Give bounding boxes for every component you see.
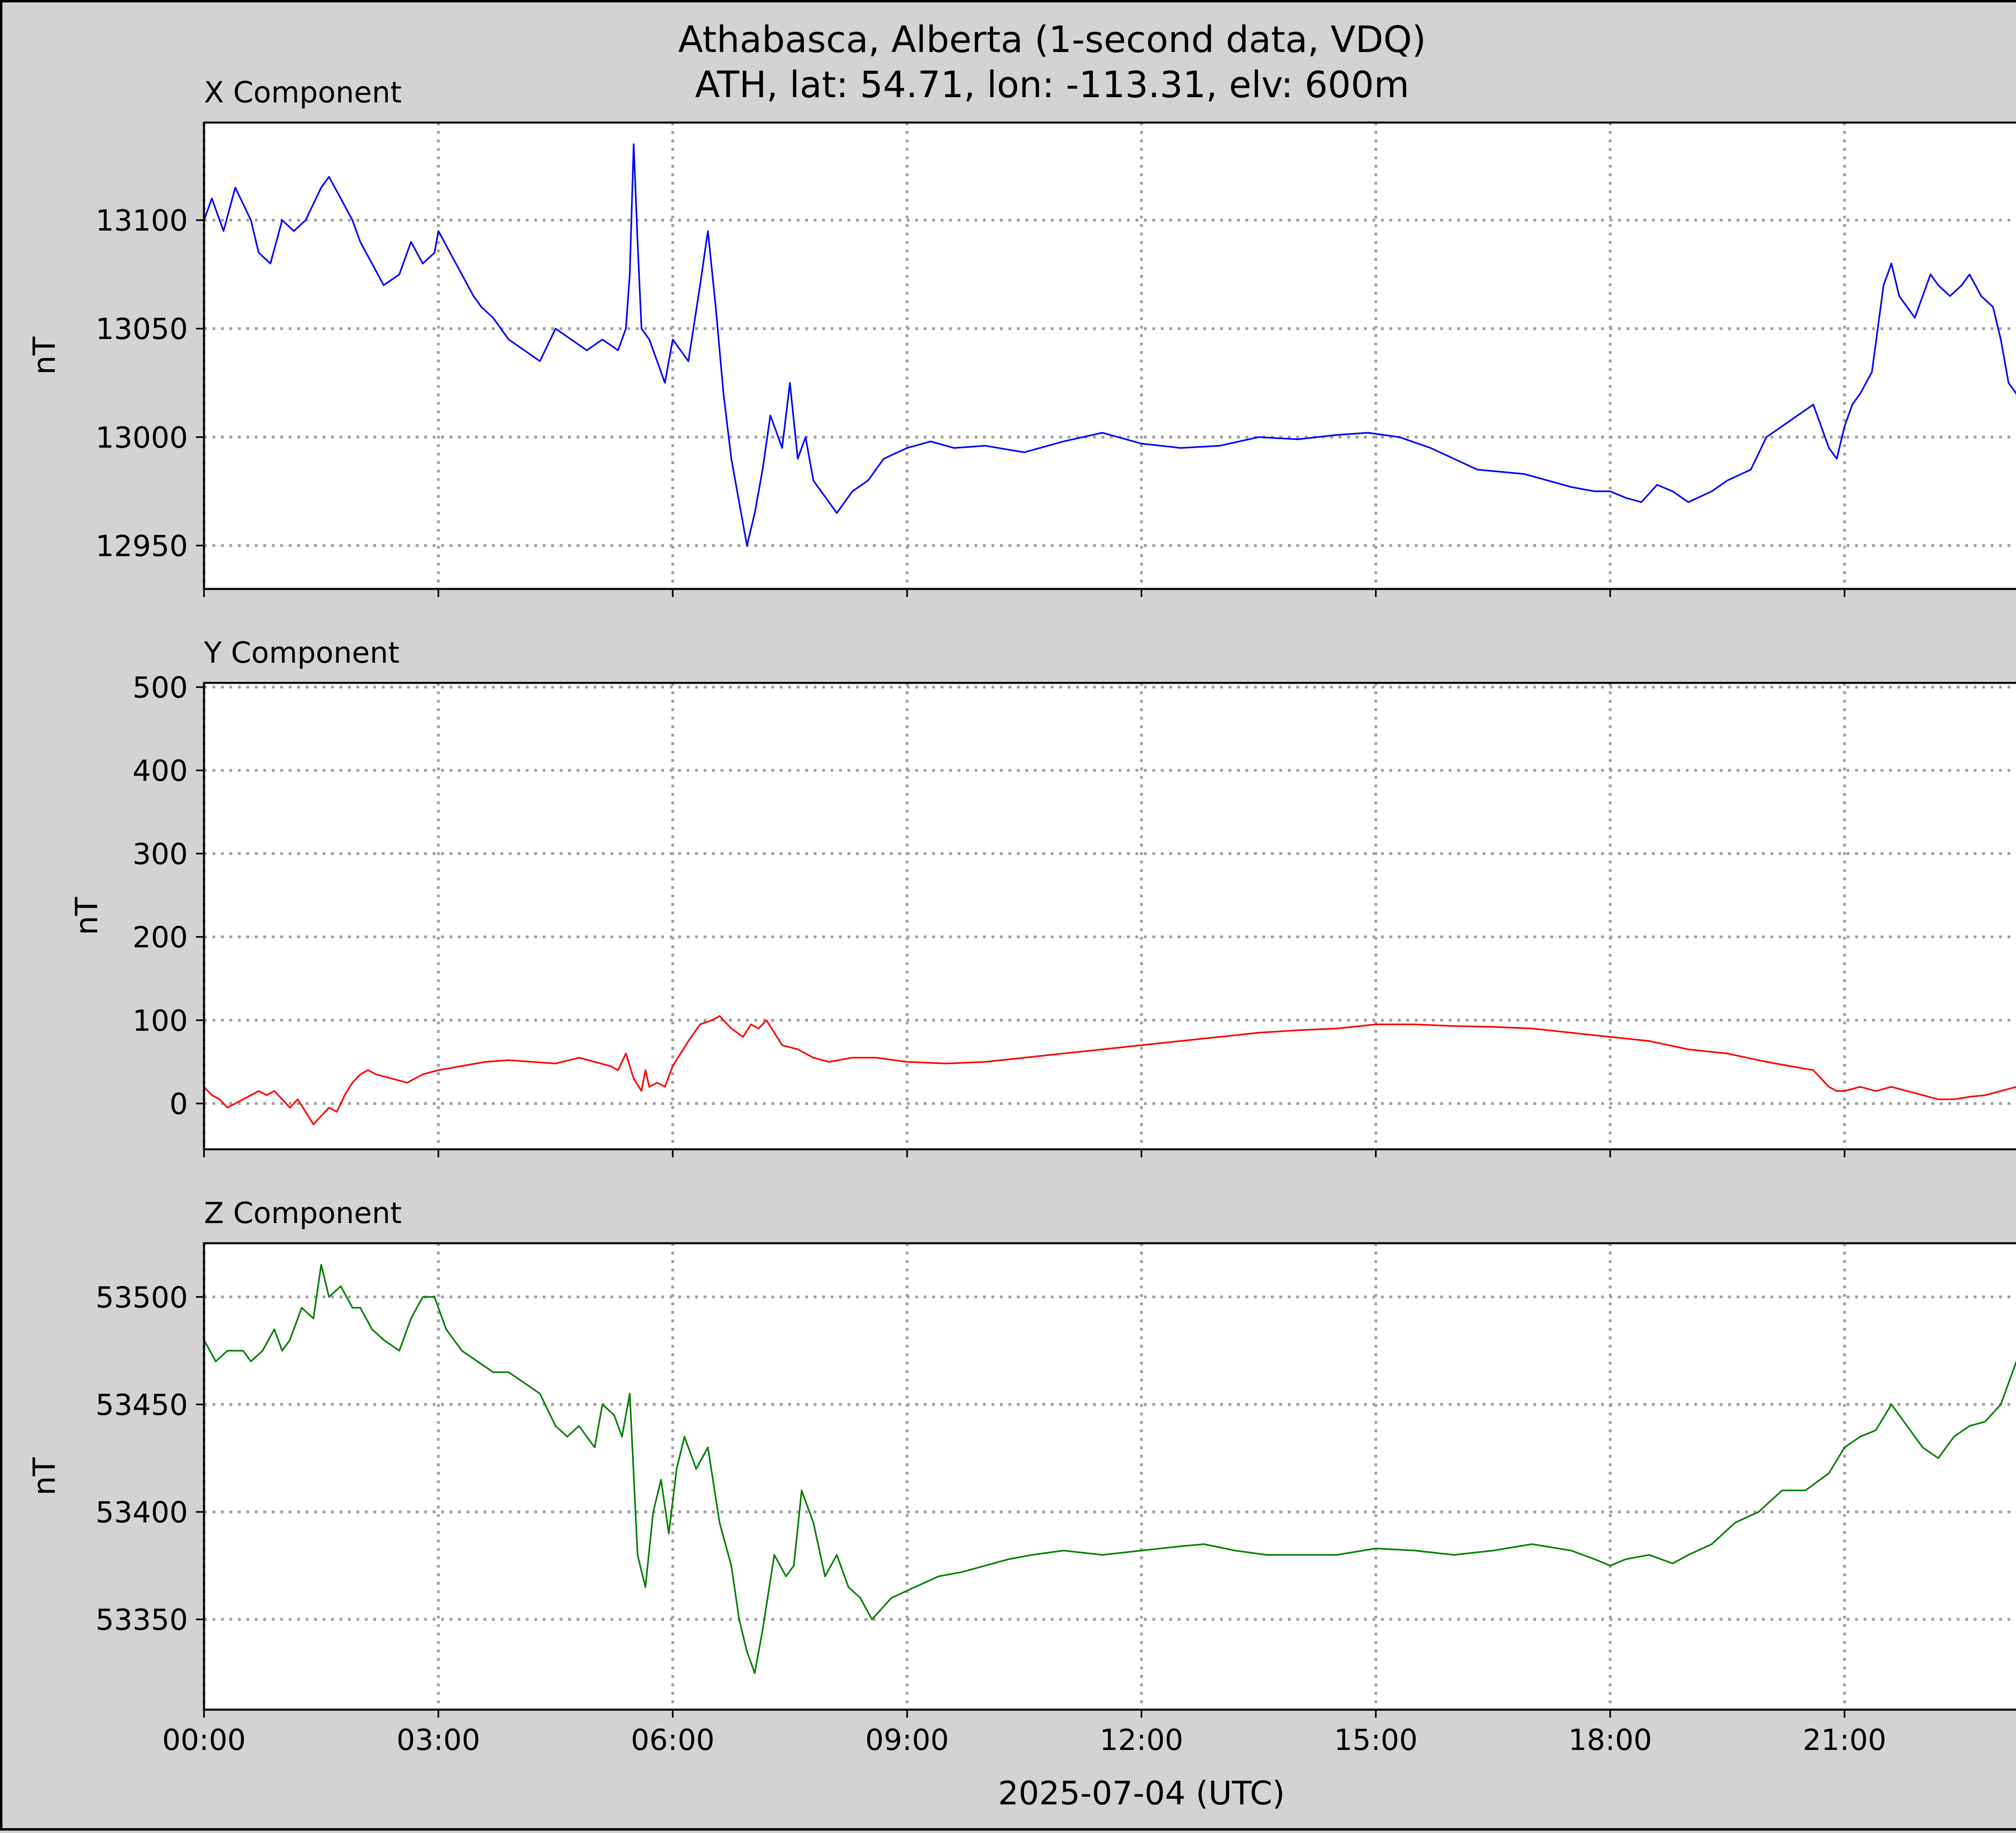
plot-area xyxy=(204,1243,2016,1710)
y-tick-label: 13000 xyxy=(96,420,188,454)
y-tick-label: 53350 xyxy=(96,1603,188,1637)
y-tick-label: 0 xyxy=(169,1087,188,1121)
x-axis-label: 2025-07-04 (UTC) xyxy=(998,1775,1285,1812)
y-tick-label: 200 xyxy=(133,920,188,954)
y-axis-label: nT xyxy=(69,897,104,935)
plot-area xyxy=(204,123,2016,589)
y-tick-label: 13100 xyxy=(96,204,188,237)
panel-title: Z Component xyxy=(204,1196,402,1230)
y-tick-label: 13050 xyxy=(96,312,188,346)
x-tick-label: 21:00 xyxy=(1803,1723,1887,1757)
x-tick-label: 15:00 xyxy=(1334,1723,1418,1757)
x-tick-label: 18:00 xyxy=(1568,1723,1652,1757)
y-tick-label: 53500 xyxy=(96,1280,188,1314)
y-axis-label: nT xyxy=(26,1457,62,1496)
figure: Athabasca, Alberta (1-second data, VDQ) … xyxy=(0,0,2016,1831)
y-tick-label: 500 xyxy=(133,670,188,704)
panel-title: Y Component xyxy=(204,636,400,670)
x-tick-label: 12:00 xyxy=(1100,1723,1183,1757)
y-tick-label: 12950 xyxy=(96,529,188,563)
y-tick-label: 53450 xyxy=(96,1388,188,1422)
panel-title: X Component xyxy=(204,75,402,109)
x-tick-label: 09:00 xyxy=(865,1723,949,1757)
x-tick-label: 03:00 xyxy=(397,1723,481,1757)
plot-area xyxy=(204,683,2016,1149)
chart-svg: 12950 13000 13050 13100 X Component nT 0 100 200… xyxy=(26,75,2016,1812)
y-tick-label: 400 xyxy=(133,754,188,788)
x-tick-label: 06:00 xyxy=(631,1723,715,1757)
x-tick-label: 00:00 xyxy=(162,1723,246,1757)
y-axis-label: nT xyxy=(26,337,62,375)
y-tick-label: 100 xyxy=(133,1004,188,1038)
y-tick-label: 53400 xyxy=(96,1495,188,1529)
y-tick-label: 300 xyxy=(133,837,188,871)
